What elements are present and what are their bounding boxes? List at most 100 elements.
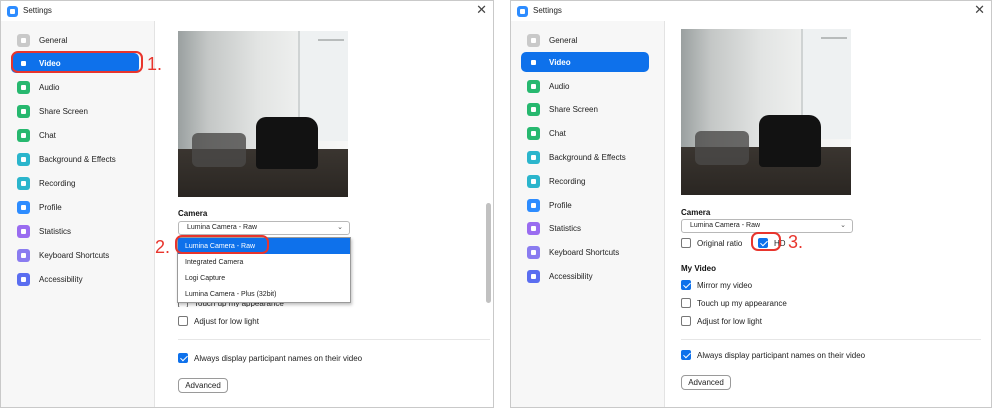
gear-icon [17, 33, 30, 47]
camera-section-label: Camera [178, 209, 208, 218]
hd-checkbox[interactable] [758, 238, 768, 248]
sidebar-item-label: Share Screen [549, 104, 598, 114]
low-light-checkbox[interactable] [178, 316, 188, 326]
annotation-step-3: 3. [788, 232, 804, 252]
sidebar-item-video[interactable]: Video [11, 53, 139, 73]
mirror-label: Mirror my video [697, 280, 753, 290]
touch-up-row[interactable]: Touch up my appearance [681, 297, 787, 309]
sidebar-item-background-effects[interactable]: Background & Effects [11, 149, 139, 169]
original-ratio-row[interactable]: Original ratio [681, 237, 742, 249]
person-icon [17, 200, 30, 214]
mirror-checkbox[interactable] [681, 280, 691, 290]
sidebar-item-audio[interactable]: Audio [521, 76, 649, 96]
sidebar-item-general[interactable]: General [521, 30, 649, 50]
camera-option[interactable]: Integrated Camera [178, 254, 350, 270]
annotation-step-2: 2. [155, 237, 171, 257]
headphones-icon [527, 79, 540, 93]
zoom-app-icon [517, 6, 528, 17]
sidebar-item-statistics[interactable]: Statistics [521, 218, 649, 238]
sidebar-item-chat[interactable]: Chat [521, 123, 649, 143]
sidebar-item-profile[interactable]: Profile [11, 197, 139, 217]
sidebar-item-label: Chat [39, 130, 56, 140]
mirror-row[interactable]: Mirror my video [681, 279, 752, 291]
settings-window-left: Settings ✕ General Video Audio Share Scr… [0, 0, 494, 408]
always-display-row[interactable]: Always display participant names on thei… [178, 352, 362, 364]
always-display-checkbox[interactable] [681, 350, 691, 360]
sidebar-item-profile[interactable]: Profile [521, 195, 649, 215]
video-settings-panel: Camera Lumina Camera - Raw ⌄ Original ra… [666, 21, 991, 407]
camera-option[interactable]: Lumina Camera - Raw [178, 238, 350, 254]
bar-chart-icon [17, 224, 30, 238]
close-icon[interactable]: ✕ [974, 2, 985, 18]
scrollbar[interactable] [486, 203, 491, 303]
divider [681, 339, 981, 340]
always-display-label: Always display participant names on thei… [194, 353, 363, 363]
sidebar-item-label: Video [549, 57, 571, 67]
advanced-button[interactable]: Advanced [681, 375, 731, 390]
sidebar-item-statistics[interactable]: Statistics [11, 221, 139, 241]
original-ratio-checkbox[interactable] [681, 238, 691, 248]
sidebar-item-video[interactable]: Video [521, 52, 649, 72]
camera-option[interactable]: Logi Capture [178, 270, 350, 286]
sidebar-item-label: Chat [549, 128, 566, 138]
camera-section-label: Camera [681, 208, 711, 217]
sidebar-item-background-effects[interactable]: Background & Effects [521, 147, 649, 167]
camera-select-value: Lumina Camera - Raw [187, 224, 258, 231]
sidebar-item-general[interactable]: General [11, 30, 139, 50]
annotation-step-1: 1. [147, 54, 163, 74]
low-light-checkbox[interactable] [681, 316, 691, 326]
background-person-icon [17, 152, 30, 166]
chat-bubble-icon [17, 128, 30, 142]
sidebar-item-share-screen[interactable]: Share Screen [11, 101, 139, 121]
sidebar-item-keyboard-shortcuts[interactable]: Keyboard Shortcuts [521, 242, 649, 262]
video-camera-icon [527, 55, 540, 69]
accessibility-icon [527, 269, 540, 283]
camera-select[interactable]: Lumina Camera - Raw ⌄ [178, 221, 350, 235]
title-bar: Settings ✕ [1, 1, 493, 21]
sidebar-item-chat[interactable]: Chat [11, 125, 139, 145]
video-camera-icon [17, 56, 30, 70]
touch-up-checkbox[interactable] [681, 298, 691, 308]
camera-option[interactable]: Lumina Camera - Plus (32bit) [178, 286, 350, 302]
advanced-button[interactable]: Advanced [178, 378, 228, 393]
low-light-row[interactable]: Adjust for low light [178, 315, 259, 327]
sidebar-item-accessibility[interactable]: Accessibility [521, 266, 649, 286]
always-display-checkbox[interactable] [178, 353, 188, 363]
background-person-icon [527, 150, 540, 164]
sidebar-item-label: Audio [39, 82, 60, 92]
sidebar-item-label: Statistics [39, 226, 72, 236]
sidebar-item-share-screen[interactable]: Share Screen [521, 99, 649, 119]
sidebar-item-recording[interactable]: Recording [11, 173, 139, 193]
camera-select[interactable]: Lumina Camera - Raw ⌄ [681, 219, 853, 233]
sidebar: General Video Audio Share Screen Chat Ba… [1, 21, 155, 407]
sidebar-item-accessibility[interactable]: Accessibility [11, 269, 139, 289]
my-video-section-label: My Video [681, 264, 716, 273]
sidebar-item-label: Accessibility [549, 271, 593, 281]
close-icon[interactable]: ✕ [476, 2, 487, 18]
sidebar-item-keyboard-shortcuts[interactable]: Keyboard Shortcuts [11, 245, 139, 265]
low-light-row[interactable]: Adjust for low light [681, 315, 762, 327]
camera-preview [681, 29, 851, 195]
hd-row[interactable]: HD [758, 237, 786, 249]
bar-chart-icon [527, 221, 540, 235]
chevron-down-icon: ⌄ [840, 222, 846, 229]
sidebar-item-label: Background & Effects [39, 154, 116, 164]
sidebar-item-audio[interactable]: Audio [11, 77, 139, 97]
camera-preview [178, 31, 348, 197]
hd-label: HD [774, 238, 786, 248]
person-icon [527, 198, 540, 212]
share-screen-icon [527, 102, 540, 116]
title-bar: Settings ✕ [511, 1, 991, 21]
touch-up-label: Touch up my appearance [697, 298, 787, 308]
sidebar-item-recording[interactable]: Recording [521, 171, 649, 191]
share-screen-icon [17, 104, 30, 118]
sidebar-item-label: Recording [39, 178, 76, 188]
always-display-row[interactable]: Always display participant names on thei… [681, 349, 865, 361]
chat-bubble-icon [527, 126, 540, 140]
low-light-label: Adjust for low light [697, 316, 762, 326]
sidebar-item-label: Audio [549, 81, 570, 91]
low-light-label: Adjust for low light [194, 316, 259, 326]
record-icon [17, 176, 30, 190]
sidebar-item-label: Profile [39, 202, 62, 212]
sidebar-item-label: Video [39, 58, 61, 68]
